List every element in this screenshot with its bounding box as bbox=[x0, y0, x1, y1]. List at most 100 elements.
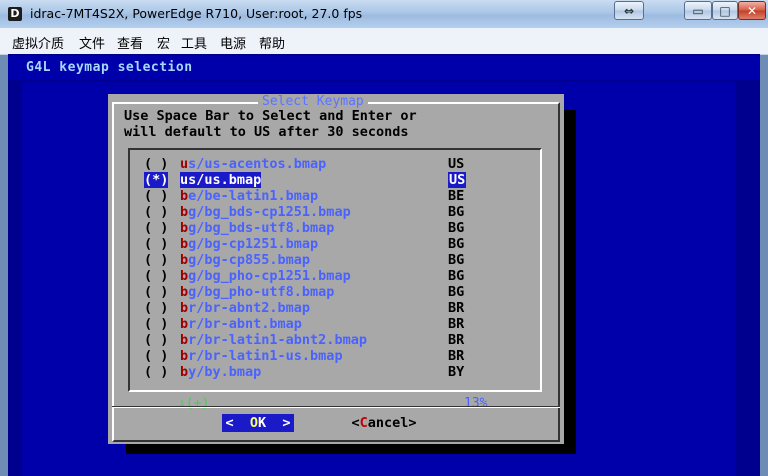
keymap-row[interactable]: ( ) br/br-abnt.bmap BR bbox=[136, 316, 536, 332]
cancel-label-rest: ancel bbox=[367, 415, 409, 431]
prompt-line-2: will default to US after 30 seconds bbox=[124, 124, 409, 140]
menu-macro[interactable]: 宏 bbox=[157, 33, 170, 52]
keymap-path: bg/bg_bds-cp1251.bmap bbox=[180, 204, 351, 220]
keymap-radio[interactable]: (*) bbox=[144, 172, 169, 188]
keymap-radio[interactable]: ( ) bbox=[144, 364, 168, 380]
keymap-path-rest: r/br-abnt2.bmap bbox=[188, 300, 311, 316]
keymap-path-hotkey: b bbox=[180, 332, 189, 348]
menu-virtual-media[interactable]: 虚拟介质 bbox=[12, 33, 64, 52]
scroll-indicator: ↓(+) bbox=[178, 396, 210, 411]
keymap-path-rest: s/us.bmap bbox=[188, 172, 262, 188]
prompt-line-1: Use Space Bar to Select and Enter or bbox=[124, 108, 417, 124]
keymap-path-hotkey: b bbox=[180, 300, 189, 316]
scroll-percent: 13% bbox=[464, 396, 488, 411]
keymap-path-hotkey: b bbox=[180, 316, 189, 332]
keymap-path-hotkey: b bbox=[180, 348, 189, 364]
keymap-path-hotkey: b bbox=[180, 268, 189, 284]
dialog-prompt: Use Space Bar to Select and Enter or wil… bbox=[124, 108, 417, 140]
keymap-country-code: BG bbox=[448, 220, 465, 236]
maximize-button[interactable]: □ bbox=[712, 1, 738, 20]
window-title: idrac-7MT4S2X, PowerEdge R710, User:root… bbox=[30, 6, 363, 21]
keymap-radio[interactable]: ( ) bbox=[144, 236, 168, 252]
keymap-path: us/us-acentos.bmap bbox=[180, 156, 326, 172]
keymap-path-rest: r/br-latin1-us.bmap bbox=[188, 348, 343, 364]
keymap-radio[interactable]: ( ) bbox=[144, 252, 168, 268]
close-button[interactable]: ✕ bbox=[738, 1, 766, 20]
keymap-country-code: BG bbox=[448, 236, 465, 252]
keymap-dialog: Select Keymap Use Space Bar to Select an… bbox=[108, 94, 564, 444]
keymap-path-hotkey: b bbox=[180, 364, 189, 380]
menu-view[interactable]: 查看 bbox=[117, 33, 143, 52]
keymap-radio[interactable]: ( ) bbox=[144, 204, 168, 220]
keymap-path-rest: g/bg_pho-cp1251.bmap bbox=[188, 268, 351, 284]
cancel-left-bracket: < bbox=[351, 415, 360, 431]
keymap-radio[interactable]: ( ) bbox=[144, 220, 168, 236]
keymap-country-code: BR bbox=[448, 300, 465, 316]
minimize-button[interactable]: ▭ bbox=[684, 1, 712, 20]
keymap-path-hotkey: b bbox=[180, 236, 189, 252]
menu-file[interactable]: 文件 bbox=[79, 33, 105, 52]
keymap-path: by/by.bmap bbox=[180, 364, 261, 380]
keymap-radio[interactable]: ( ) bbox=[144, 300, 168, 316]
ok-button[interactable]: < OK > bbox=[222, 414, 294, 432]
keymap-row[interactable]: ( ) bg/bg-cp1251.bmap BG bbox=[136, 236, 536, 252]
keymap-path-hotkey: u bbox=[180, 156, 189, 172]
keymap-path-hotkey: b bbox=[180, 252, 189, 268]
console-screen[interactable]: G4L keymap selection Select Keymap Use S… bbox=[8, 54, 760, 476]
keymap-path-rest: g/bg_bds-utf8.bmap bbox=[188, 220, 335, 236]
restore-size-button[interactable]: ⇔ bbox=[614, 1, 644, 20]
keymap-row[interactable]: ( ) bg/bg_pho-utf8.bmap BG bbox=[136, 284, 536, 300]
cancel-right-bracket: > bbox=[408, 415, 417, 431]
keymap-country-code: BG bbox=[448, 268, 465, 284]
keymap-path: br/br-abnt.bmap bbox=[180, 316, 302, 332]
keymap-path-rest: g/bg_bds-cp1251.bmap bbox=[188, 204, 351, 220]
keymap-row[interactable]: ( ) bg/bg_pho-cp1251.bmap BG bbox=[136, 268, 536, 284]
keymap-country-code: BR bbox=[448, 332, 465, 348]
menu-power[interactable]: 电源 bbox=[220, 33, 246, 52]
keymap-path: br/br-abnt2.bmap bbox=[180, 300, 310, 316]
keymap-row[interactable]: ( ) be/be-latin1.bmap BE bbox=[136, 188, 536, 204]
title-bar[interactable]: D idrac-7MT4S2X, PowerEdge R710, User:ro… bbox=[0, 0, 768, 28]
keymap-row[interactable]: ( ) br/br-latin1-us.bmap BR bbox=[136, 348, 536, 364]
keymap-row[interactable]: ( ) br/br-abnt2.bmap BR bbox=[136, 300, 536, 316]
idrac-app-icon: D bbox=[8, 7, 22, 21]
keymap-row[interactable]: ( ) br/br-latin1-abnt2.bmap BR bbox=[136, 332, 536, 348]
keymap-country-code: BG bbox=[448, 284, 465, 300]
keymap-path: bg/bg_pho-cp1251.bmap bbox=[180, 268, 351, 284]
keymap-row[interactable]: (*) us/us.bmap US bbox=[136, 172, 536, 188]
keymap-row[interactable]: ( ) bg/bg_bds-cp1251.bmap BG bbox=[136, 204, 536, 220]
button-separator bbox=[112, 406, 560, 408]
keymap-radio[interactable]: ( ) bbox=[144, 316, 168, 332]
keymap-radio[interactable]: ( ) bbox=[144, 188, 168, 204]
menu-tools[interactable]: 工具 bbox=[181, 33, 207, 52]
ok-right-bracket: > bbox=[282, 415, 291, 431]
keymap-radio[interactable]: ( ) bbox=[144, 284, 168, 300]
keymap-country-code: US bbox=[448, 172, 467, 188]
keymap-radio[interactable]: ( ) bbox=[144, 332, 168, 348]
keymap-path: us/us.bmap bbox=[180, 172, 262, 188]
keymap-radio[interactable]: ( ) bbox=[144, 156, 168, 172]
keymap-path-rest: s/us-acentos.bmap bbox=[188, 156, 327, 172]
keymap-path: bg/bg-cp1251.bmap bbox=[180, 236, 318, 252]
cancel-button[interactable]: <Cancel> bbox=[348, 414, 420, 432]
keymap-row[interactable]: ( ) bg/bg-cp855.bmap BG bbox=[136, 252, 536, 268]
console-title: G4L keymap selection bbox=[26, 60, 193, 75]
keymap-row[interactable]: ( ) by/by.bmap BY bbox=[136, 364, 536, 380]
keymap-radio[interactable]: ( ) bbox=[144, 268, 168, 284]
keymap-path-rest: e/be-latin1.bmap bbox=[188, 188, 319, 204]
keymap-country-code: BG bbox=[448, 252, 465, 268]
keymap-path: br/br-latin1-us.bmap bbox=[180, 348, 343, 364]
keymap-radio[interactable]: ( ) bbox=[144, 348, 168, 364]
keymap-path: bg/bg_bds-utf8.bmap bbox=[180, 220, 334, 236]
keymap-row[interactable]: ( ) us/us-acentos.bmap US bbox=[136, 156, 536, 172]
keymap-path-hotkey: b bbox=[180, 220, 189, 236]
menu-help[interactable]: 帮助 bbox=[259, 33, 285, 52]
remote-console-window: D idrac-7MT4S2X, PowerEdge R710, User:ro… bbox=[0, 0, 768, 476]
keymap-path-rest: r/br-abnt.bmap bbox=[188, 316, 302, 332]
ok-hotkey: O bbox=[249, 415, 258, 431]
keymap-row[interactable]: ( ) bg/bg_bds-utf8.bmap BG bbox=[136, 220, 536, 236]
keymap-path-rest: g/bg-cp855.bmap bbox=[188, 252, 311, 268]
cancel-hotkey: C bbox=[359, 415, 368, 431]
ok-label-rest: K bbox=[258, 415, 267, 431]
keymap-path-hotkey: b bbox=[180, 204, 189, 220]
